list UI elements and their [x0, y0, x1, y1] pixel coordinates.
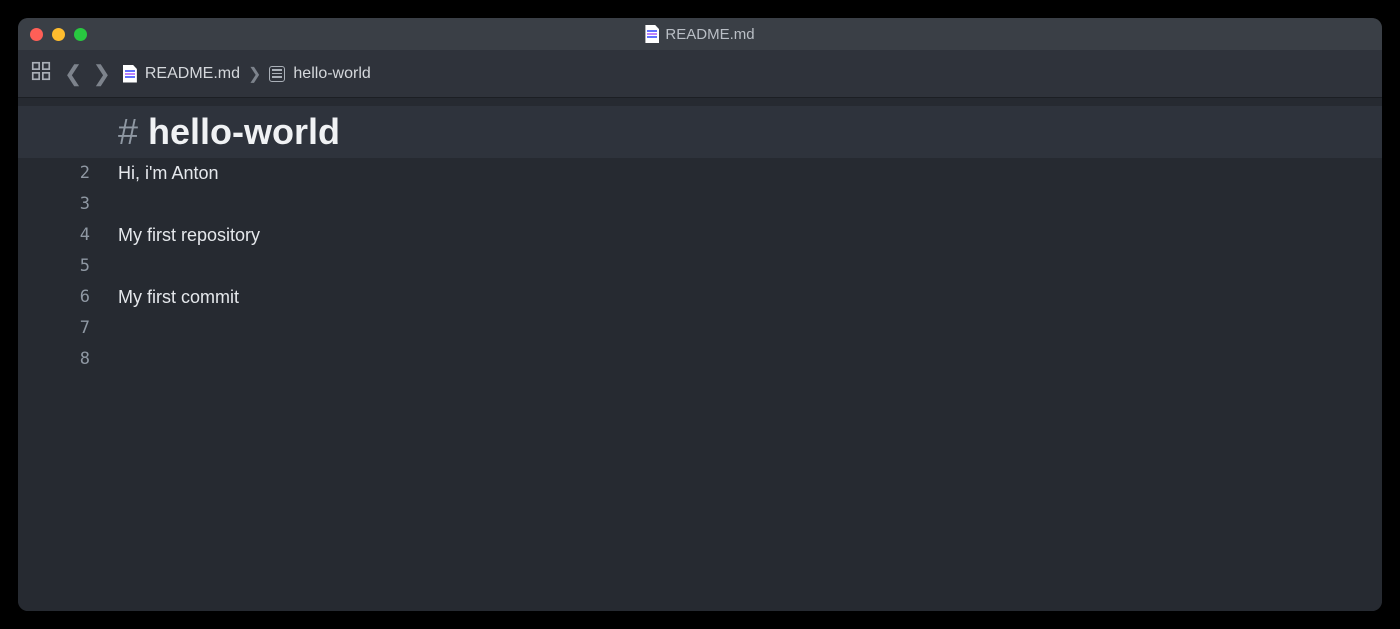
text-line[interactable] — [106, 189, 1382, 220]
heading-text: hello-world — [148, 111, 340, 152]
chevron-right-icon: ❯ — [248, 64, 261, 84]
close-window-button[interactable] — [30, 28, 43, 41]
breadcrumb-section[interactable]: hello-world — [293, 65, 370, 83]
titlebar: README.md — [18, 18, 1382, 50]
line-number: 4 — [18, 220, 90, 251]
markdown-hash: # — [118, 111, 148, 152]
text-line[interactable]: My first repository — [106, 220, 1382, 251]
editor-window: README.md ❮ ❯ README.md ❯ hello-world 12… — [18, 18, 1382, 611]
code-content[interactable]: # hello-world Hi, i'm Anton My first repos… — [106, 98, 1382, 611]
text-line[interactable] — [106, 313, 1382, 344]
layout-grid-icon[interactable] — [30, 60, 52, 87]
text-line[interactable]: My first commit — [106, 282, 1382, 313]
editor-area[interactable]: 12345678 # hello-worldHi, i'm AntonMy fi… — [18, 98, 1382, 611]
line-number: 3 — [18, 189, 90, 220]
window-title-text: README.md — [665, 26, 754, 43]
breadcrumb: README.md ❯ hello-world — [123, 64, 371, 84]
line-number: 8 — [18, 344, 90, 375]
window-controls — [30, 28, 87, 41]
nav-arrows: ❮ ❯ — [64, 61, 111, 87]
line-number: 2 — [18, 158, 90, 189]
text-line[interactable] — [106, 251, 1382, 282]
text-line[interactable] — [106, 344, 1382, 375]
nav-back-button[interactable]: ❮ — [64, 61, 82, 87]
text-line[interactable]: Hi, i'm Anton — [106, 158, 1382, 189]
line-number: 6 — [18, 282, 90, 313]
breadcrumb-file[interactable]: README.md — [145, 65, 240, 83]
line-number: 7 — [18, 313, 90, 344]
nav-forward-button[interactable]: ❯ — [92, 61, 110, 87]
heading-line[interactable]: # hello-world — [18, 106, 1382, 158]
section-icon — [269, 66, 285, 82]
window-title: README.md — [18, 25, 1382, 43]
line-number-gutter: 12345678 — [18, 98, 106, 611]
zoom-window-button[interactable] — [74, 28, 87, 41]
file-icon — [645, 25, 659, 43]
minimize-window-button[interactable] — [52, 28, 65, 41]
line-number: 5 — [18, 251, 90, 282]
toolbar: ❮ ❯ README.md ❯ hello-world — [18, 50, 1382, 98]
file-icon — [123, 65, 137, 83]
